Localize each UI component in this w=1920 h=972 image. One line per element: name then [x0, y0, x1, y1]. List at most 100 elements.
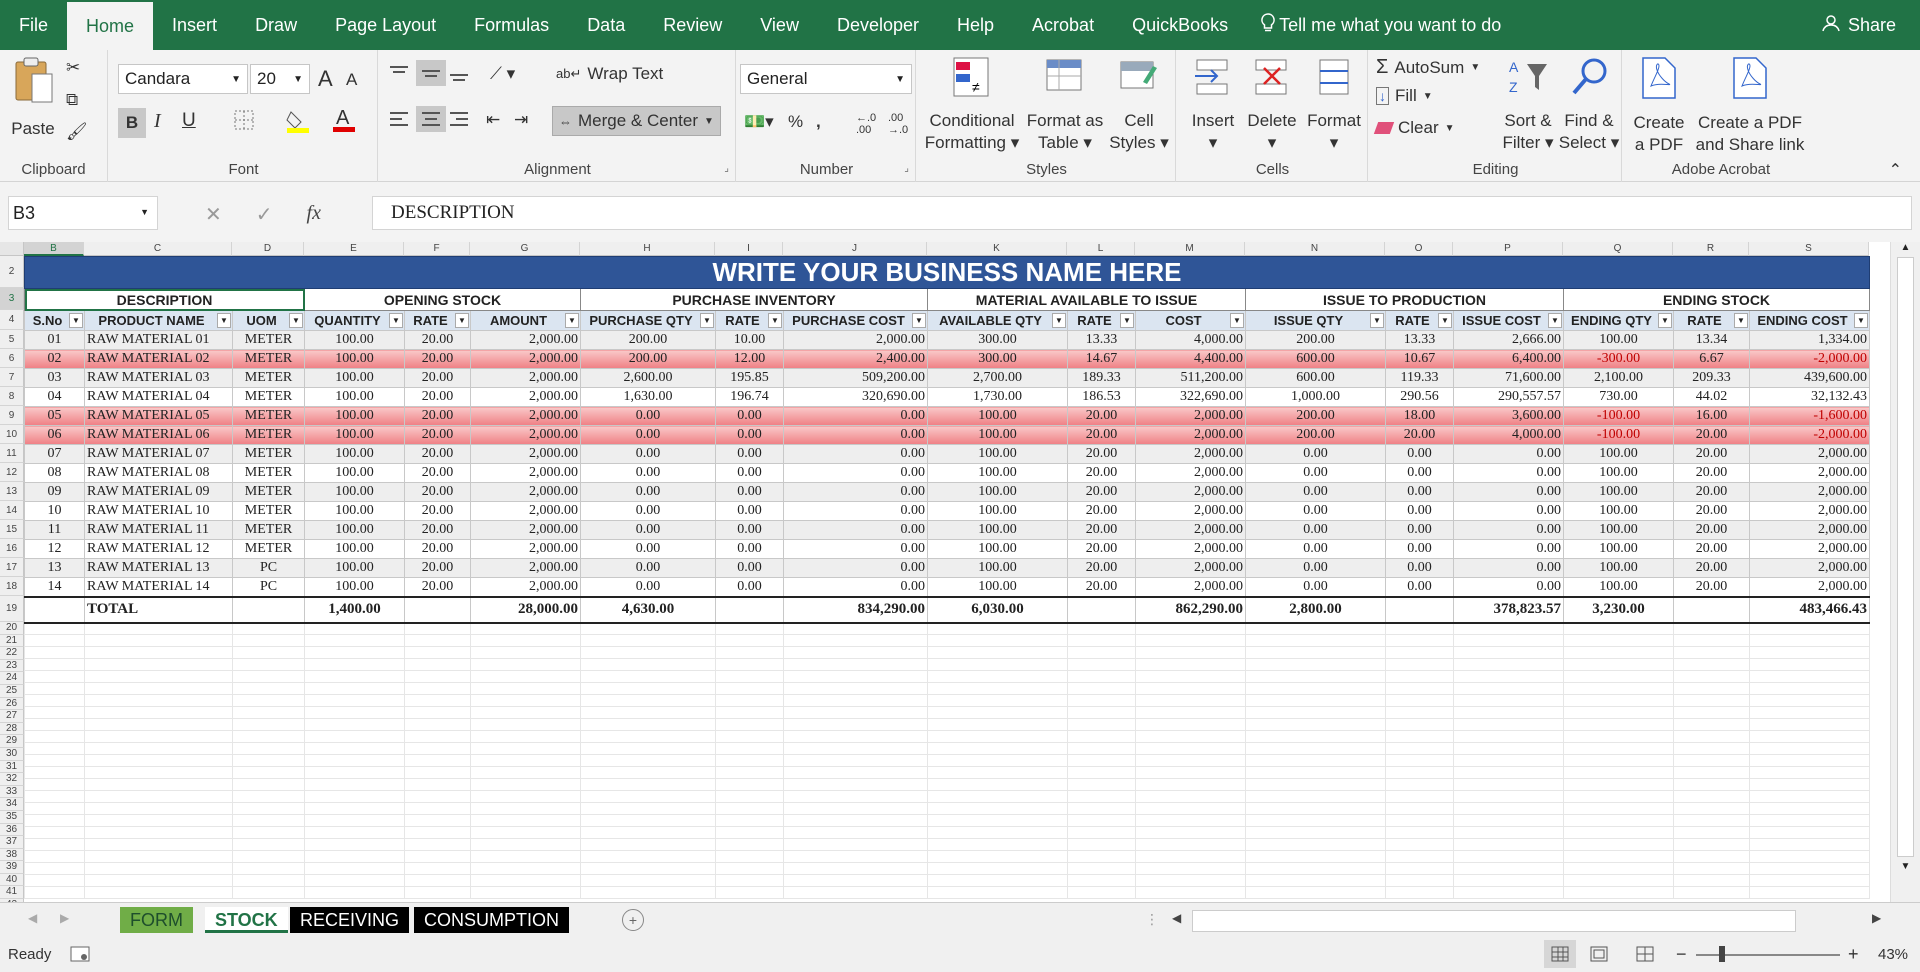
empty-cell[interactable]	[783, 814, 928, 827]
row-header[interactable]: 6	[0, 349, 24, 368]
table-cell[interactable]: 20.00	[1067, 463, 1136, 483]
row-header[interactable]: 31	[0, 760, 24, 774]
empty-cell[interactable]	[84, 778, 233, 791]
empty-cell[interactable]	[84, 850, 233, 863]
hscroll-left-icon[interactable]: ◀	[1172, 911, 1181, 925]
empty-cell[interactable]	[1385, 838, 1454, 851]
empty-cell[interactable]	[1749, 634, 1870, 647]
table-cell[interactable]: 2,000.00	[1749, 501, 1870, 521]
empty-cell[interactable]	[927, 718, 1068, 731]
table-cell[interactable]: 20.00	[404, 406, 471, 426]
empty-cell[interactable]	[24, 694, 85, 707]
empty-cell[interactable]	[715, 646, 784, 659]
filter-dropdown-icon[interactable]: ▼	[455, 313, 469, 328]
empty-cell[interactable]	[24, 742, 85, 755]
empty-cell[interactable]	[232, 862, 305, 875]
filter-dropdown-icon[interactable]: ▼	[1120, 313, 1134, 328]
table-cell[interactable]: 100.00	[304, 482, 405, 502]
empty-cell[interactable]	[304, 670, 405, 683]
empty-cell[interactable]	[715, 862, 784, 875]
table-cell[interactable]: 20.00	[1067, 539, 1136, 559]
table-cell[interactable]: 20.00	[404, 482, 471, 502]
table-cell[interactable]: 0.00	[1245, 539, 1386, 559]
table-cell[interactable]: 20.00	[1067, 501, 1136, 521]
empty-cell[interactable]	[24, 634, 85, 647]
row-header[interactable]: 21	[0, 634, 24, 648]
empty-cell[interactable]	[783, 754, 928, 767]
column-title[interactable]: RATE ▼	[1385, 310, 1454, 331]
empty-cell[interactable]	[304, 886, 405, 899]
table-cell[interactable]: 119.33	[1385, 368, 1454, 388]
table-cell[interactable]: 03	[24, 368, 85, 388]
empty-cell[interactable]	[927, 646, 1068, 659]
table-cell[interactable]: 100.00	[304, 577, 405, 597]
table-cell[interactable]: 0.00	[715, 425, 784, 445]
column-header-B[interactable]: B	[24, 242, 84, 256]
autosum-button[interactable]: Σ AutoSum ▼	[1376, 56, 1480, 79]
table-cell[interactable]: 13.34	[1673, 330, 1750, 350]
row-header[interactable]: 40	[0, 873, 24, 887]
empty-cell[interactable]	[84, 886, 233, 899]
empty-cell[interactable]	[1067, 790, 1136, 803]
empty-cell[interactable]	[84, 622, 233, 635]
empty-cell[interactable]	[1749, 682, 1870, 695]
table-cell[interactable]: 2,000.00	[470, 558, 581, 578]
table-cell[interactable]: 2,000.00	[1135, 539, 1246, 559]
filter-dropdown-icon[interactable]: ▼	[912, 313, 926, 328]
empty-cell[interactable]	[1749, 850, 1870, 863]
row-header[interactable]: 16	[0, 539, 24, 558]
empty-cell[interactable]	[304, 742, 405, 755]
table-cell[interactable]: 2,000.00	[1135, 444, 1246, 464]
table-cell[interactable]: 07	[24, 444, 85, 464]
increase-decimal-icon[interactable]: ←.0.00	[856, 112, 876, 136]
empty-cell[interactable]	[404, 634, 471, 647]
table-cell[interactable]: METER	[232, 387, 305, 407]
table-cell[interactable]: 200.00	[1245, 406, 1386, 426]
table-cell[interactable]: 0.00	[1245, 444, 1386, 464]
table-cell[interactable]: 20.00	[404, 444, 471, 464]
empty-cell[interactable]	[1135, 814, 1246, 827]
empty-cell[interactable]	[715, 874, 784, 887]
tab-splitter-icon[interactable]: ⋮	[1145, 911, 1159, 928]
empty-cell[interactable]	[1067, 730, 1136, 743]
table-cell[interactable]: 100.00	[927, 577, 1068, 597]
vertical-scrollbar[interactable]: ▲ ▼	[1890, 242, 1920, 902]
table-cell[interactable]: 20.00	[1067, 425, 1136, 445]
row-header[interactable]: 36	[0, 823, 24, 837]
empty-cell[interactable]	[783, 730, 928, 743]
table-cell[interactable]: 100.00	[304, 387, 405, 407]
empty-cell[interactable]	[1385, 826, 1454, 839]
filter-dropdown-icon[interactable]: ▼	[1438, 313, 1452, 328]
table-cell[interactable]: 511,200.00	[1135, 368, 1246, 388]
table-cell[interactable]: RAW MATERIAL 06	[84, 425, 233, 445]
empty-cell[interactable]	[404, 778, 471, 791]
table-cell[interactable]: 100.00	[927, 520, 1068, 540]
table-cell[interactable]: 20.00	[404, 520, 471, 540]
section-header[interactable]: OPENING STOCK	[304, 288, 581, 311]
row-header[interactable]: 26	[0, 697, 24, 711]
empty-cell[interactable]	[232, 754, 305, 767]
table-cell[interactable]: 200.00	[1245, 425, 1386, 445]
empty-cell[interactable]	[1245, 754, 1386, 767]
table-cell[interactable]: 20.00	[1067, 444, 1136, 464]
empty-cell[interactable]	[1563, 622, 1674, 635]
empty-cell[interactable]	[927, 682, 1068, 695]
zoom-out-icon[interactable]: −	[1676, 944, 1687, 965]
column-header-H[interactable]: H	[580, 242, 715, 256]
menu-tab-acrobat[interactable]: Acrobat	[1013, 0, 1113, 50]
empty-cell[interactable]	[84, 682, 233, 695]
empty-cell[interactable]	[783, 862, 928, 875]
font-name-select[interactable]: Candara ▼	[118, 64, 248, 94]
column-header-F[interactable]: F	[404, 242, 470, 256]
percent-button[interactable]: %	[788, 112, 803, 132]
table-cell[interactable]: 2,000.00	[470, 539, 581, 559]
empty-cell[interactable]	[404, 814, 471, 827]
row-header[interactable]: 28	[0, 722, 24, 736]
worksheet[interactable]: BCDEFGHIJKLMNOPQRS 2 3 4 5 6 7 8 9 10 11 12 13 14 15 1…	[0, 242, 1890, 902]
total-cell[interactable]: 4,630.00	[580, 595, 716, 624]
row-header[interactable]: 33	[0, 785, 24, 799]
fx-icon[interactable]: fx	[307, 202, 321, 227]
empty-cell[interactable]	[1749, 814, 1870, 827]
table-cell[interactable]: 509,200.00	[783, 368, 928, 388]
row-header[interactable]: 41	[0, 886, 24, 900]
